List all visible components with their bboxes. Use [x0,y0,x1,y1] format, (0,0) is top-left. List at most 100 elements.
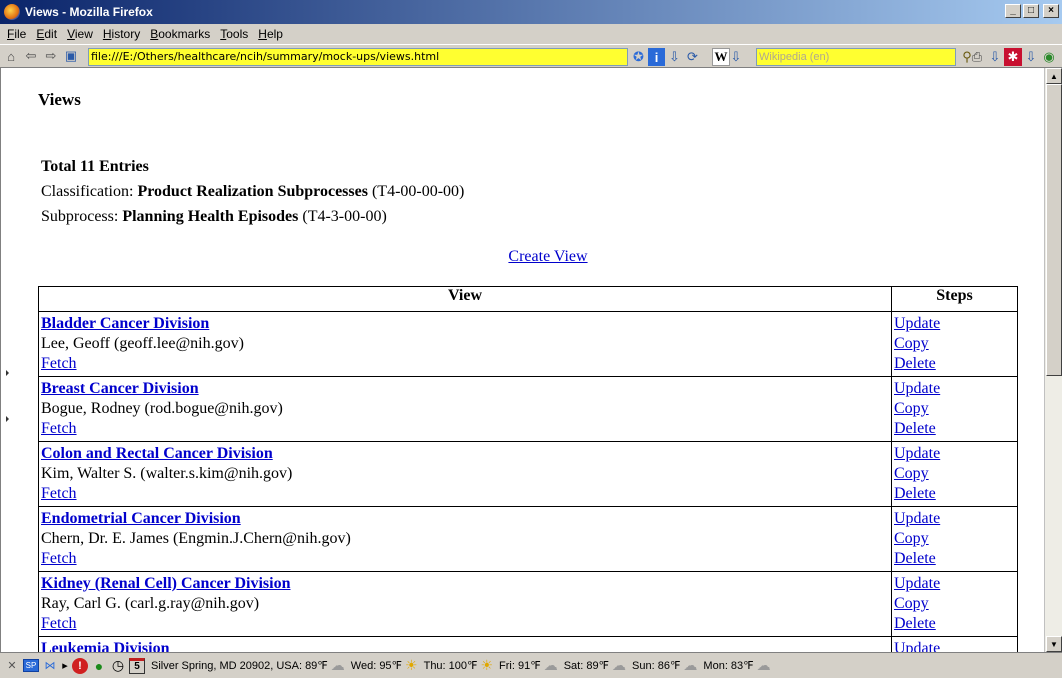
delete-link[interactable]: Delete [894,355,936,372]
copy-link[interactable]: Copy [894,400,929,417]
menu-history[interactable]: History [98,27,145,41]
copy-link[interactable]: Copy [894,335,929,352]
close-icon[interactable]: ✕ [4,658,20,674]
back-icon[interactable]: ⇦ [22,47,40,65]
vertical-scrollbar[interactable]: ▲ ▼ [1044,68,1062,652]
printer-icon[interactable]: ⎙ [968,48,986,66]
steps-cell: Update Copy Delete [891,506,1018,572]
menu-file[interactable]: File [2,27,31,41]
table-row: Endometrial Cancer Division Chern, Dr. E… [38,506,1018,572]
delete-link[interactable]: Delete [894,420,936,437]
update-link[interactable]: Update [894,510,940,527]
home-icon[interactable]: ⌂ [2,47,20,65]
menu-edit[interactable]: Edit [31,27,62,41]
scroll-up-icon[interactable]: ▲ [1046,68,1062,84]
update-link[interactable]: Update [894,640,940,652]
fetch-link[interactable]: Fetch [41,550,77,567]
weather-item[interactable]: Sat: 89℉ [564,659,609,672]
weather-item[interactable]: Fri: 91℉ [499,659,541,672]
navigation-toolbar: ⌂ ⇦ ⇨ ▣ file:///E:/Others/healthcare/nci… [0,44,1062,68]
scroll-thumb[interactable] [1046,84,1062,376]
sidebar-toggle[interactable] [3,366,11,486]
status-globe-icon[interactable]: ● [91,658,107,674]
menu-help[interactable]: Help [253,27,288,41]
wikipedia-icon[interactable]: W [712,48,730,66]
cloud-icon: ☁ [330,657,345,673]
arrow-icon: ▸ [62,660,68,672]
clock-icon[interactable]: ◷ [110,657,126,674]
classification-line: Classification: Product Realization Subp… [41,183,465,200]
copy-link[interactable]: Copy [894,465,929,482]
fetch-link[interactable]: Fetch [41,615,77,632]
fetch-link[interactable]: Fetch [41,355,77,372]
division-link[interactable]: Kidney (Renal Cell) Cancer Division [41,575,290,592]
division-link[interactable]: Bladder Cancer Division [41,315,209,332]
copy-link[interactable]: Copy [894,595,929,612]
weather-forecast: Silver Spring, MD 20902, USA: 89℉ ☁ Wed: 9… [148,657,774,674]
addon-icon[interactable]: ✪ [630,48,647,66]
division-link[interactable]: Leukemia Division [41,640,169,652]
reload-icon[interactable]: ⟳ [684,48,701,66]
update-link[interactable]: Update [894,315,940,332]
cloud-icon: ☁ [543,657,558,673]
create-view-link[interactable]: Create View [508,248,587,265]
minimize-button[interactable]: _ [1005,4,1021,18]
eye-icon[interactable]: ◉ [1040,48,1058,66]
page-title: Views [38,90,81,109]
title-bar: Views - Mozilla Firefox _ □ × [0,0,1062,24]
menu-tools[interactable]: Tools [215,27,253,41]
division-link[interactable]: Endometrial Cancer Division [41,510,241,527]
update-link[interactable]: Update [894,575,940,592]
page-icon: ▣ [64,48,78,63]
status-bar: ✕ SP ⋈ ▸ ! ● ◷ 5 Silver Spring, MD 20902… [0,652,1062,678]
stop-icon[interactable]: ✱ [1004,48,1022,66]
weather-item[interactable]: Sun: 86℉ [632,659,680,672]
maximize-button[interactable]: □ [1023,4,1039,18]
copy-link[interactable]: Copy [894,530,929,547]
close-button[interactable]: × [1043,4,1059,18]
weather-item[interactable]: Thu: 100℉ [424,659,478,672]
classification-name: Product Realization Subprocesses [137,183,368,200]
fetch-link[interactable]: Fetch [41,420,77,437]
contact-text: Chern, Dr. E. James (Engmin.J.Chern@nih.… [41,530,351,547]
table-row: Colon and Rectal Cancer Division Kim, Wa… [38,441,1018,507]
scroll-down-icon[interactable]: ▼ [1046,636,1062,652]
sun-icon: ☀ [480,657,494,673]
delete-link[interactable]: Delete [894,485,936,502]
table-row: Leukemia Division Update Copy Delete [38,636,1018,652]
update-link[interactable]: Update [894,380,940,397]
menu-bookmarks[interactable]: Bookmarks [145,27,215,41]
search-input[interactable]: Wikipedia (en) [756,48,956,66]
menu-bar: File Edit View History Bookmarks Tools H… [0,24,1062,44]
division-link[interactable]: Colon and Rectal Cancer Division [41,445,273,462]
views-table: View Steps Bladder Cancer Division Lee, … [38,286,1018,652]
forward-icon[interactable]: ⇨ [42,47,60,65]
dropdown-arrow-icon[interactable]: ⇩ [990,48,1001,66]
update-link[interactable]: Update [894,445,940,462]
menu-view[interactable]: View [62,27,98,41]
extension-icon[interactable]: ⋈ [42,658,58,674]
contact-text: Bogue, Rodney (rod.bogue@nih.gov) [41,400,283,417]
division-link[interactable]: Breast Cancer Division [41,380,199,397]
steps-cell: Update Copy Delete [891,441,1018,507]
delete-link[interactable]: Delete [894,615,936,632]
weather-item[interactable]: Mon: 83℉ [703,659,753,672]
view-cell: Leukemia Division [38,636,892,652]
search-group: W ⇩ Wikipedia (en) ⚲ [712,48,976,66]
info-icon[interactable]: i [648,48,665,66]
weather-item[interactable]: Silver Spring, MD 20902, USA: 89℉ [151,659,328,672]
url-input[interactable]: file:///E:/Others/healthcare/ncih/summar… [88,48,628,66]
fetch-link[interactable]: Fetch [41,485,77,502]
calendar-icon[interactable]: 5 [129,657,145,674]
dropdown-arrow-icon[interactable]: ⇩ [1026,48,1037,66]
download-arrow-icon[interactable]: ⇩ [666,48,683,66]
alert-icon[interactable]: ! [72,657,88,674]
sp-badge[interactable]: SP [23,659,39,672]
search-engine-dropdown-icon[interactable]: ⇩ [730,48,742,66]
contact-text: Kim, Walter S. (walter.s.kim@nih.gov) [41,465,293,482]
cloud-icon: ☁ [612,657,627,673]
weather-item[interactable]: Wed: 95℉ [351,659,402,672]
steps-cell: Update Copy Delete [891,636,1018,652]
steps-cell: Update Copy Delete [891,376,1018,442]
delete-link[interactable]: Delete [894,550,936,567]
